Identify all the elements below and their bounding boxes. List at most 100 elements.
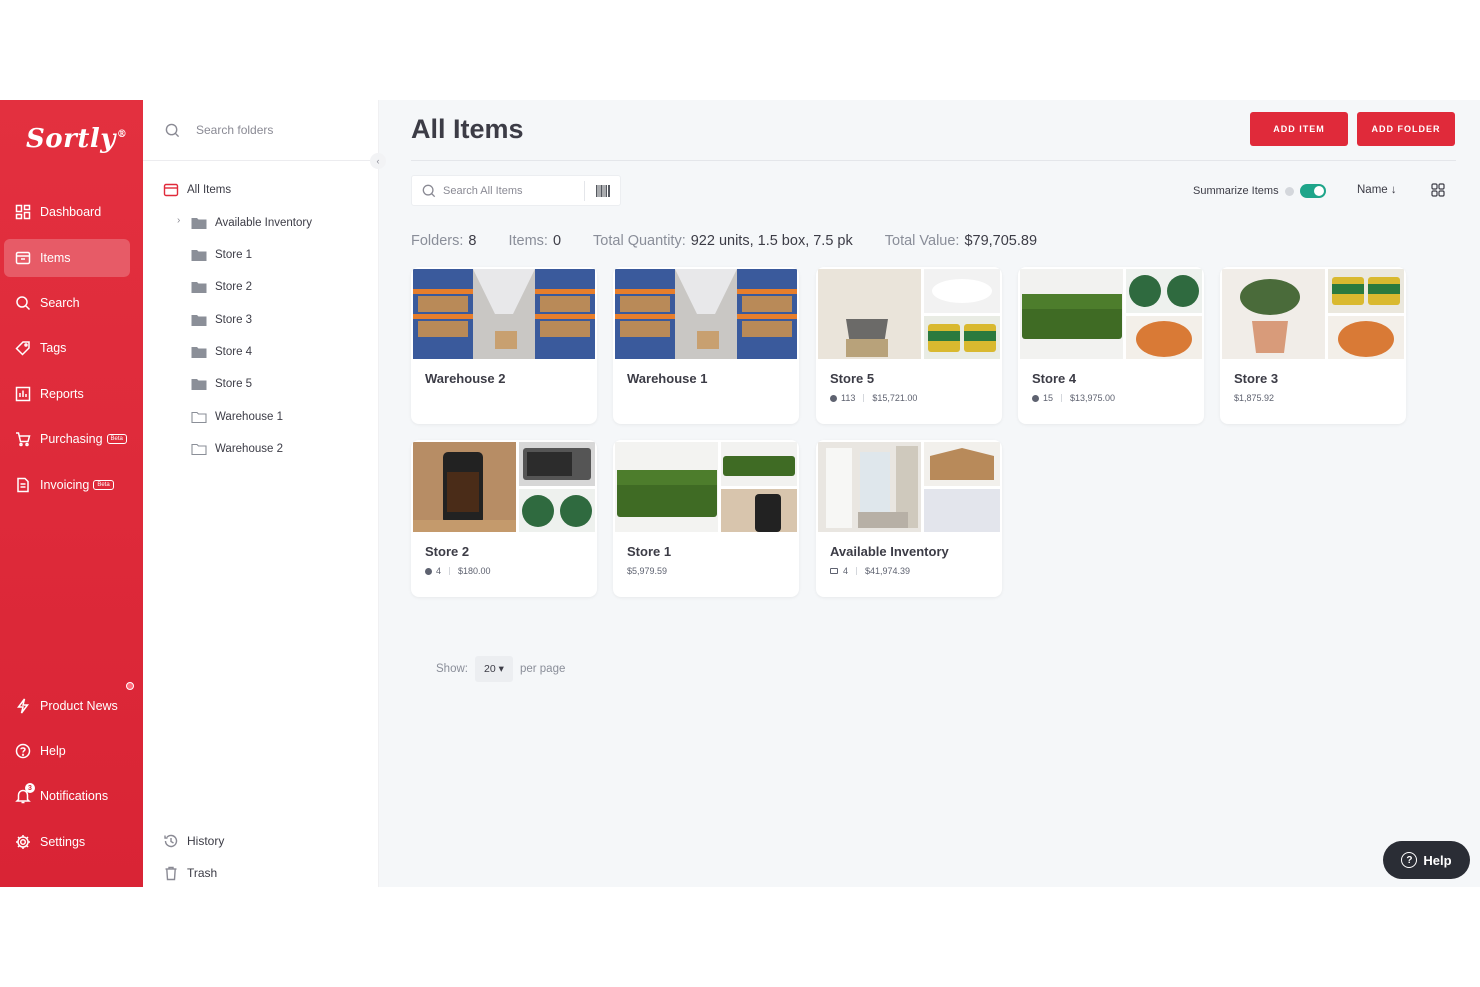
sort-dropdown[interactable]: Name ↓ bbox=[1357, 184, 1397, 196]
barcode-icon[interactable] bbox=[596, 185, 610, 197]
divider bbox=[411, 160, 1456, 161]
card-title: Store 4 bbox=[1032, 371, 1077, 386]
add-folder-button[interactable]: ADD FOLDER bbox=[1357, 112, 1455, 146]
card-meta: $5,979.59 bbox=[627, 566, 667, 576]
collapse-panel-button[interactable]: ‹ bbox=[370, 153, 386, 169]
card-count: 4 bbox=[436, 566, 442, 576]
folder-icon bbox=[830, 568, 838, 574]
search-icon bbox=[15, 295, 31, 311]
warehouse-image bbox=[413, 269, 595, 359]
nav-label: Help bbox=[40, 744, 66, 758]
nav-purchasing[interactable]: Purchasing Beta bbox=[4, 420, 130, 458]
folder-card[interactable]: Store 4 15 $13,975.00 bbox=[1018, 267, 1204, 424]
folder-card[interactable]: Store 2 4 $180.00 bbox=[411, 440, 597, 597]
beta-badge: Beta bbox=[93, 480, 114, 490]
tree-folder[interactable]: Store 1 bbox=[191, 245, 252, 265]
app-window: Sortly® Dashboard Items Search Tags Repo… bbox=[0, 100, 1480, 887]
tree-folder[interactable]: Warehouse 1 bbox=[191, 407, 283, 427]
trash-link[interactable]: Trash bbox=[163, 865, 217, 881]
box-icon bbox=[1032, 394, 1039, 402]
nav-tags[interactable]: Tags bbox=[4, 329, 130, 367]
store-image bbox=[818, 269, 1000, 359]
folder-icon bbox=[191, 315, 207, 326]
summarize-toggle[interactable] bbox=[1299, 184, 1326, 198]
card-meta: 113 $15,721.00 bbox=[830, 393, 917, 403]
arrow-down-icon: ↓ bbox=[1390, 184, 1397, 196]
tree-folder[interactable]: Available Inventory bbox=[191, 213, 312, 233]
tree-folder[interactable]: Store 3 bbox=[191, 310, 252, 330]
main-nav: Sortly® Dashboard Items Search Tags Repo… bbox=[0, 100, 143, 887]
folder-icon bbox=[191, 218, 207, 229]
tag-icon bbox=[15, 340, 31, 356]
tree-folder[interactable]: Warehouse 2 bbox=[191, 439, 283, 459]
add-item-button[interactable]: ADD ITEM bbox=[1250, 112, 1348, 146]
folder-card[interactable]: Available Inventory 4 $41,974.39 bbox=[816, 440, 1002, 597]
per-page-select[interactable]: 20 ▾ bbox=[474, 656, 513, 682]
card-title: Store 5 bbox=[830, 371, 875, 386]
tree-label: Store 3 bbox=[215, 314, 253, 326]
items-icon bbox=[15, 250, 31, 266]
nav-invoicing[interactable]: Invoicing Beta bbox=[4, 466, 130, 504]
folder-card[interactable]: Warehouse 1 bbox=[613, 267, 799, 424]
nav-label: Product News bbox=[40, 699, 118, 713]
news-dot bbox=[126, 682, 134, 690]
store-image bbox=[1020, 269, 1202, 359]
nav-search[interactable]: Search bbox=[4, 284, 130, 322]
card-meta: 4 $41,974.39 bbox=[830, 566, 910, 576]
warehouse-image bbox=[615, 269, 797, 359]
folder-card[interactable]: Store 1 $5,979.59 bbox=[613, 440, 799, 597]
tree-folder[interactable]: Store 2 bbox=[191, 277, 252, 297]
folder-icon bbox=[191, 347, 207, 358]
folder-icon bbox=[191, 282, 207, 293]
notification-count: 3 bbox=[25, 783, 35, 793]
stat-quantity: Total Quantity: 922 units, 1.5 box, 7.5 p… bbox=[593, 233, 853, 249]
tree-folder[interactable]: Store 5 bbox=[191, 374, 252, 394]
folder-search[interactable]: Search folders bbox=[143, 100, 379, 161]
history-link[interactable]: History bbox=[163, 833, 224, 849]
items-search-input[interactable]: Search All Items bbox=[443, 185, 522, 197]
nav-label: Tags bbox=[40, 341, 67, 355]
chevron-right-icon[interactable]: › bbox=[177, 215, 180, 226]
card-title: Store 2 bbox=[425, 544, 470, 559]
nav-items[interactable]: Items bbox=[4, 239, 130, 277]
search-icon bbox=[165, 123, 180, 137]
folder-icon bbox=[191, 250, 207, 261]
pagination: Show: 20 ▾ per page bbox=[436, 656, 565, 682]
trash-icon bbox=[165, 866, 177, 881]
nav-dashboard[interactable]: Dashboard bbox=[4, 193, 130, 231]
nav-product-news[interactable]: Product News bbox=[4, 682, 134, 725]
search-icon bbox=[422, 184, 436, 197]
card-meta: 4 $180.00 bbox=[425, 566, 491, 576]
gear-icon bbox=[15, 834, 31, 850]
card-title: Available Inventory bbox=[830, 544, 949, 559]
tree-label: Store 1 bbox=[215, 249, 253, 261]
folder-card[interactable]: Warehouse 2 bbox=[411, 267, 597, 424]
divider bbox=[584, 181, 585, 201]
store-image bbox=[818, 442, 1000, 532]
help-button[interactable]: ? Help bbox=[1383, 841, 1470, 879]
items-search[interactable]: Search All Items bbox=[411, 175, 621, 206]
folder-card[interactable]: Store 3 $1,875.92 bbox=[1220, 267, 1406, 424]
grid-view-icon[interactable] bbox=[1431, 183, 1445, 197]
invoice-icon bbox=[15, 477, 31, 493]
box-icon bbox=[830, 394, 837, 402]
tree-folder[interactable]: Store 4 bbox=[191, 342, 252, 362]
nav-reports[interactable]: Reports bbox=[4, 375, 130, 413]
info-icon[interactable] bbox=[1284, 186, 1294, 196]
nav-notifications[interactable]: 3 Notifications bbox=[4, 777, 130, 815]
nav-help[interactable]: Help bbox=[4, 732, 130, 770]
folder-search-input[interactable]: Search folders bbox=[196, 123, 273, 137]
tree-all-items[interactable]: All Items bbox=[163, 180, 231, 200]
stat-folders: Folders: 8 bbox=[411, 233, 477, 249]
dashboard-icon bbox=[15, 204, 31, 220]
folder-outline-icon bbox=[191, 411, 207, 424]
card-title: Store 3 bbox=[1234, 371, 1279, 386]
stat-value: Total Value: $79,705.89 bbox=[884, 233, 1038, 249]
all-items-icon bbox=[163, 183, 179, 197]
sortly-logo[interactable]: Sortly® bbox=[26, 124, 127, 154]
pager-per-page-label: per page bbox=[519, 663, 566, 675]
nav-settings[interactable]: Settings bbox=[4, 823, 130, 861]
folder-card[interactable]: Store 5 113 $15,721.00 bbox=[816, 267, 1002, 424]
sort-label: Name bbox=[1357, 184, 1388, 196]
card-title: Store 1 bbox=[627, 544, 672, 559]
